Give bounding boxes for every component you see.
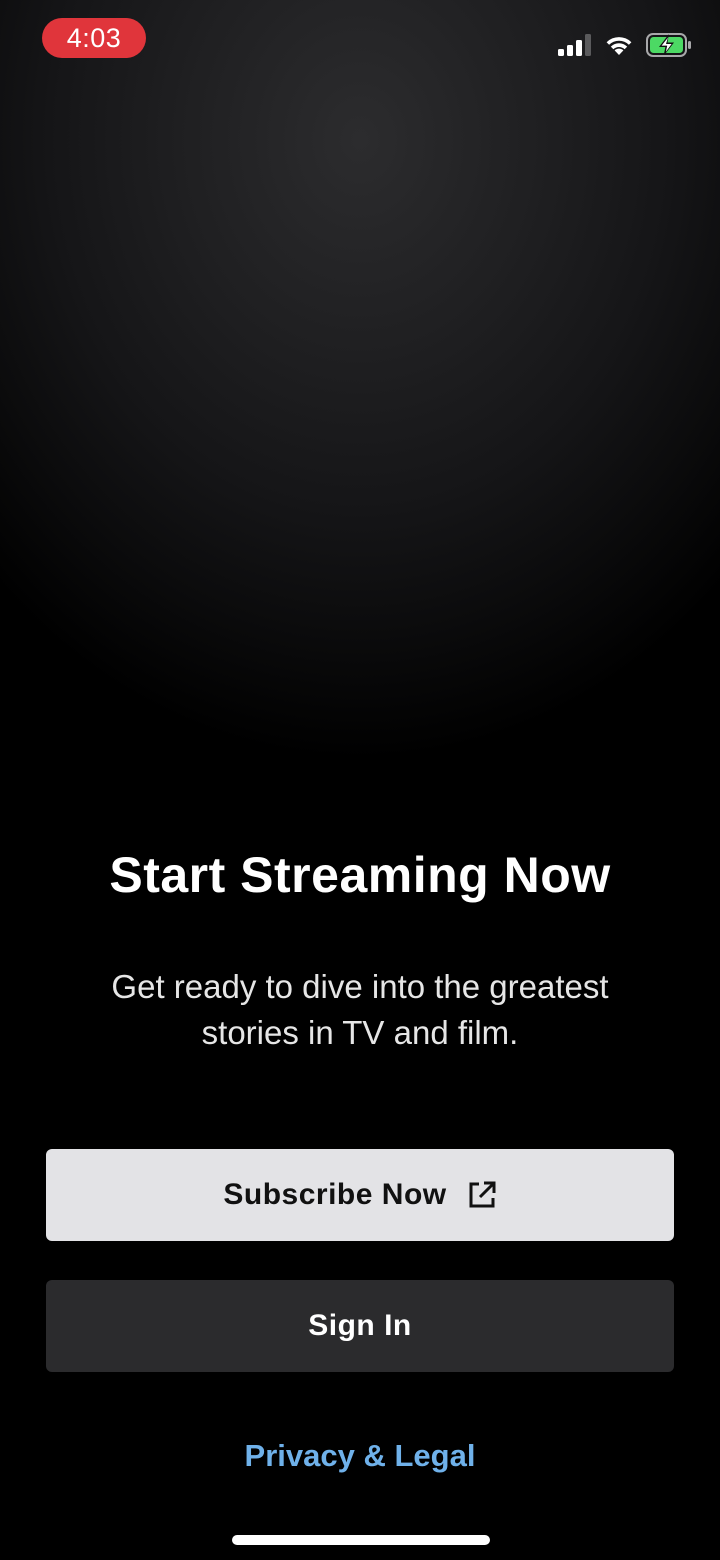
status-icons	[558, 30, 692, 60]
subscribe-now-label: Subscribe Now	[223, 1178, 447, 1211]
status-bar: 4:03	[0, 0, 720, 80]
battery-charging-icon	[646, 33, 692, 57]
sign-in-button[interactable]: Sign In	[46, 1280, 674, 1372]
status-time: 4:03	[42, 18, 146, 58]
onboarding-screen: 4:03 Start Streaming Now Get ready to di…	[0, 0, 720, 1560]
home-indicator[interactable]	[232, 1535, 490, 1545]
sign-in-label: Sign In	[308, 1309, 412, 1342]
subscribe-now-button[interactable]: Subscribe Now	[46, 1149, 674, 1241]
external-link-icon	[467, 1180, 497, 1210]
hero-subtitle: Get ready to dive into the greatest stor…	[111, 968, 609, 1051]
cellular-signal-icon	[558, 34, 592, 56]
hero-title: Start Streaming Now	[109, 847, 611, 903]
wifi-icon	[604, 34, 634, 56]
privacy-legal-link[interactable]: Privacy & Legal	[0, 1432, 720, 1480]
